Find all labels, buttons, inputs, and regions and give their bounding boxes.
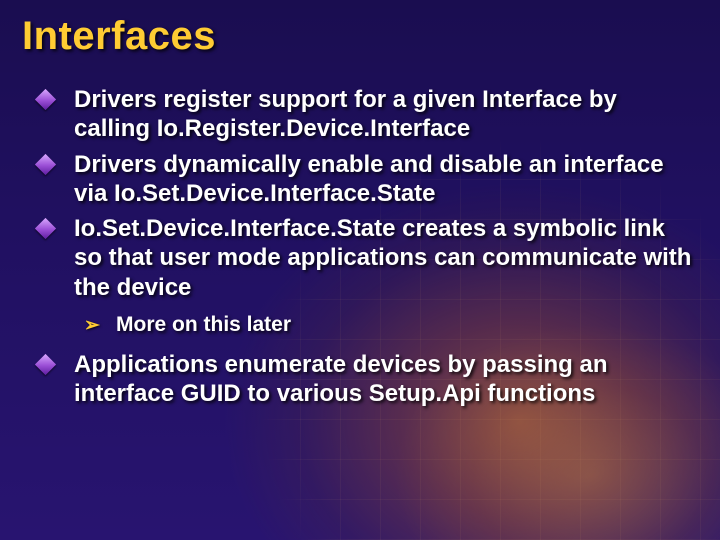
diamond-bullet-icon bbox=[35, 354, 56, 375]
sub-list-item: ➢ More on this later bbox=[74, 312, 692, 338]
sub-list-item-text: More on this later bbox=[116, 313, 291, 336]
diamond-bullet-icon bbox=[35, 89, 56, 110]
list-item-text: Drivers dynamically enable and disable a… bbox=[74, 151, 664, 207]
list-item-text: Applications enumerate devices by passin… bbox=[74, 351, 608, 407]
list-item-text: Io.Set.Device.Interface.State creates a … bbox=[74, 215, 691, 301]
list-item-text: Drivers register support for a given Int… bbox=[74, 86, 617, 142]
list-item: Applications enumerate devices by passin… bbox=[30, 350, 692, 409]
bullet-list: Drivers register support for a given Int… bbox=[22, 85, 692, 409]
chevron-right-icon: ➢ bbox=[84, 314, 100, 338]
list-item: Drivers register support for a given Int… bbox=[30, 85, 692, 144]
diamond-bullet-icon bbox=[35, 218, 56, 239]
diamond-bullet-icon bbox=[35, 153, 56, 174]
list-item: Drivers dynamically enable and disable a… bbox=[30, 150, 692, 209]
slide-title: Interfaces bbox=[22, 14, 692, 59]
slide: Interfaces Drivers register support for … bbox=[0, 0, 720, 540]
list-item: Io.Set.Device.Interface.State creates a … bbox=[30, 214, 692, 338]
sub-bullet-list: ➢ More on this later bbox=[74, 312, 692, 338]
